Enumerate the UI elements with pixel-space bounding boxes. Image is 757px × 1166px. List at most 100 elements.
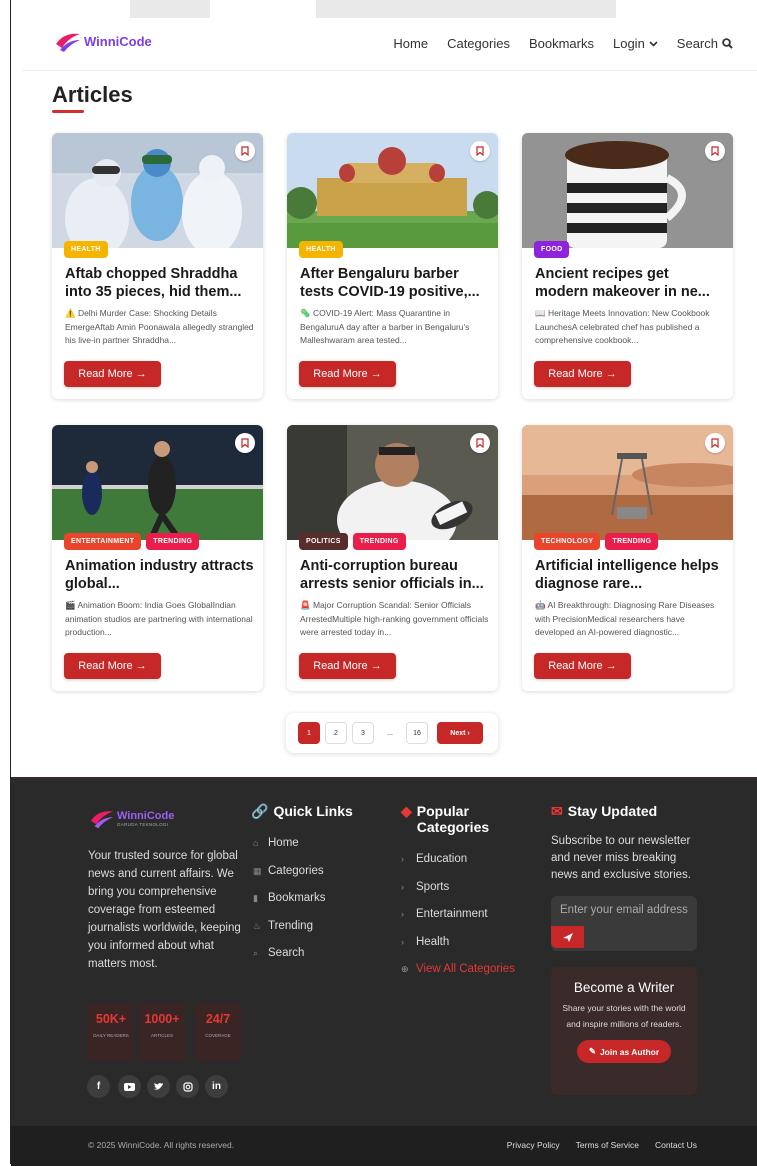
article-title[interactable]: Animation industry attracts global... <box>65 557 255 593</box>
next-page-button[interactable]: Next › <box>437 722 483 744</box>
footer-link-label: Categories <box>268 865 324 877</box>
contact-link[interactable]: Contact Us <box>655 1140 697 1150</box>
page-button-2[interactable]: 2 <box>325 722 347 744</box>
badge-group: FOOD <box>534 241 570 258</box>
main-nav: Home Categories Bookmarks Login Search <box>393 36 733 51</box>
badge-group: HEALTH <box>299 241 343 258</box>
page-button-16[interactable]: 16 <box>406 722 428 744</box>
privacy-policy-link[interactable]: Privacy Policy <box>507 1140 560 1150</box>
read-more-button[interactable]: Read More → <box>299 653 396 679</box>
article-title[interactable]: After Bengaluru barber tests COVID-19 po… <box>300 265 490 301</box>
article-title[interactable]: Anti-corruption bureau arrests senior of… <box>300 557 490 593</box>
popular-categories-heading: ◆ Popular Categories <box>401 803 511 835</box>
trending-badge[interactable]: TRENDING <box>146 533 200 550</box>
footer-brand-name: WinniCode <box>117 809 175 822</box>
trending-badge[interactable]: TRENDING <box>352 533 406 550</box>
footer-category-entertainment[interactable]: › Entertainment <box>401 908 488 920</box>
footer-category-health[interactable]: › Health <box>401 936 449 948</box>
page-button-3[interactable]: 3 <box>352 722 374 744</box>
footer-category-education[interactable]: › Education <box>401 853 467 865</box>
stat-value: 24/7 <box>205 1012 231 1026</box>
article-card[interactable]: TECHNOLOGY TRENDING Artificial intelligen… <box>522 425 733 691</box>
footer-link-categories[interactable]: ▦ Categories <box>253 865 324 877</box>
footer-bottom-bar: © 2025 WinniCode. All rights reserved. P… <box>11 1126 757 1166</box>
email-input[interactable]: Enter your email address <box>560 904 688 916</box>
footer-link-bookmarks[interactable]: ▮ Bookmarks <box>253 892 326 904</box>
category-badge[interactable]: HEALTH <box>64 241 108 258</box>
bookmark-button[interactable] <box>235 141 255 161</box>
bookmark-button[interactable] <box>235 433 255 453</box>
chevron-down-icon <box>649 40 658 47</box>
become-writer-card: Become a Writer Share your stories with … <box>551 967 697 1095</box>
link-icon: 🔗 <box>251 803 269 819</box>
trending-badge[interactable]: TRENDING <box>605 533 659 550</box>
brand-logo[interactable]: WinniCode <box>54 30 152 52</box>
category-badge[interactable]: ENTERTAINMENT <box>64 533 142 550</box>
bookmark-icon <box>711 146 719 156</box>
terms-link[interactable]: Terms of Service <box>576 1140 639 1150</box>
footer-link-label: Trending <box>268 920 313 932</box>
title-underline <box>52 110 84 113</box>
badge-group: ENTERTAINMENT TRENDING <box>64 533 200 550</box>
youtube-icon[interactable] <box>118 1075 141 1098</box>
footer-category-sports[interactable]: › Sports <box>401 881 449 893</box>
article-title[interactable]: Aftab chopped Shraddha into 35 pieces, h… <box>65 265 255 301</box>
category-badge[interactable]: POLITICS <box>299 533 348 550</box>
read-more-button[interactable]: Read More → <box>534 653 631 679</box>
article-card[interactable]: ENTERTAINMENT TRENDING Animation industry… <box>52 425 263 691</box>
read-more-button[interactable]: Read More → <box>64 653 161 679</box>
bookmark-button[interactable] <box>705 433 725 453</box>
article-image <box>522 425 733 540</box>
page-title: Articles <box>52 82 133 107</box>
nav-search[interactable]: Search <box>677 36 733 51</box>
article-card[interactable]: FOOD Ancient recipes get modern makeover… <box>522 133 733 399</box>
bookmark-icon <box>476 146 484 156</box>
article-title[interactable]: Artificial intelligence helps diagnose r… <box>535 557 725 593</box>
bookmark-button[interactable] <box>470 433 490 453</box>
article-title[interactable]: Ancient recipes get modern makeover in n… <box>535 265 725 301</box>
join-as-author-button[interactable]: ✎ Join as Author <box>576 1040 672 1063</box>
bookmark-icon <box>476 438 484 448</box>
article-card[interactable]: HEALTH After Bengaluru barber tests COVI… <box>287 133 498 399</box>
bookmark-icon: ▮ <box>253 892 258 903</box>
linkedin-icon[interactable]: in <box>205 1075 228 1098</box>
nav-home[interactable]: Home <box>393 36 428 51</box>
category-badge[interactable]: HEALTH <box>299 241 343 258</box>
instagram-icon[interactable] <box>176 1075 199 1098</box>
category-badge[interactable]: FOOD <box>534 241 570 258</box>
bookmark-button[interactable] <box>470 141 490 161</box>
newsletter-text: Subscribe to our newsletter and never mi… <box>551 835 691 881</box>
footer-link-home[interactable]: ⌂ Home <box>253 837 299 849</box>
stat-articles: 1000+ ARTICLES <box>139 1003 185 1061</box>
footer-link-label: Entertainment <box>416 908 488 920</box>
article-excerpt: ⚠️ Delhi Murder Case: Shocking Details E… <box>65 308 254 345</box>
article-card[interactable]: POLITICS TRENDING Anti-corruption bureau … <box>287 425 498 691</box>
chevron-right-icon: › <box>401 909 404 919</box>
quick-links-title: Quick Links <box>273 803 353 819</box>
twitter-icon[interactable] <box>147 1075 170 1098</box>
footer-link-trending[interactable]: ♨ Trending <box>253 920 313 932</box>
page-button-1[interactable]: 1 <box>298 722 320 744</box>
subscribe-button[interactable] <box>551 926 584 948</box>
newsletter-form: Enter your email address <box>551 896 697 951</box>
footer-logo[interactable]: WinniCode GARUDA TEKNOLOGI <box>89 807 174 829</box>
home-icon: ⌂ <box>253 838 259 848</box>
nav-categories[interactable]: Categories <box>447 36 510 51</box>
footer-link-search[interactable]: ⌕ Search <box>253 947 304 959</box>
read-more-button[interactable]: Read More → <box>534 361 631 387</box>
nav-login[interactable]: Login <box>613 36 658 51</box>
nav-login-label: Login <box>612 36 645 51</box>
nav-bookmarks[interactable]: Bookmarks <box>529 36 594 51</box>
footer-link-label: Education <box>416 853 468 865</box>
logo-icon <box>90 811 114 829</box>
stat-label: ARTICLES <box>151 1033 173 1038</box>
read-more-button[interactable]: Read More → <box>64 361 161 387</box>
view-all-categories-link[interactable]: ⊕ View All Categories <box>401 963 515 975</box>
bookmark-button[interactable] <box>705 141 725 161</box>
article-card[interactable]: HEALTH Aftab chopped Shraddha into 35 pi… <box>52 133 263 399</box>
article-excerpt: 🎬 Animation Boom: India Goes GlobalIndia… <box>65 600 253 637</box>
read-more-button[interactable]: Read More → <box>299 361 396 387</box>
legal-links: Privacy Policy Terms of Service Contact … <box>507 1140 697 1150</box>
facebook-icon[interactable]: f <box>87 1075 110 1098</box>
category-badge[interactable]: TECHNOLOGY <box>534 533 601 550</box>
